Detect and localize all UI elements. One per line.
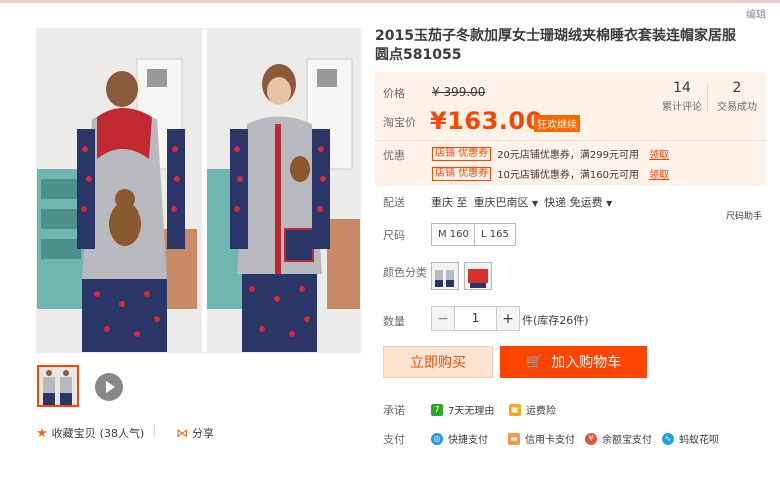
- play-video-button[interactable]: [95, 373, 123, 401]
- favorite-count: (38人气): [99, 427, 145, 440]
- quick-pay-icon: ◎: [431, 432, 443, 445]
- add-to-cart-button[interactable]: 🛒 加入购物车: [500, 346, 647, 378]
- payment-text: 余额宝支付: [602, 435, 652, 446]
- thumbnail-image[interactable]: [37, 365, 79, 407]
- promise-item[interactable]: ▣ 运费险: [509, 402, 556, 417]
- coupon-label: 优惠: [383, 149, 405, 162]
- promise-text: 7天无理由: [448, 406, 495, 417]
- promise-text: 运费险: [526, 406, 556, 417]
- coupon-text: 10元店铺优惠券，满160元可用: [497, 170, 639, 181]
- delivery-row: 重庆 至 重庆巴南区 ▼ 快递 免运费 ▼: [431, 194, 612, 210]
- stat-divider: [707, 82, 708, 112]
- divider: [154, 424, 155, 438]
- product-title: 2015玉茄子冬款加厚女士珊瑚绒夹棉睡衣套装连帽家居服圆点581055: [375, 28, 736, 63]
- coupon-tag: 店铺 优惠券: [432, 146, 492, 161]
- size-helper-link[interactable]: 尺码助手: [726, 209, 762, 222]
- chevron-down-icon: ▼: [532, 199, 539, 208]
- cart-icon: 🛒: [525, 354, 544, 370]
- stat-reviews[interactable]: 14 累计评论: [657, 80, 707, 113]
- increase-button[interactable]: +: [496, 306, 520, 331]
- huabei-icon: ∿: [662, 432, 674, 445]
- coupon-item: 店铺 优惠券 10元店铺优惠券，满160元可用 领取: [432, 166, 669, 181]
- payment-text: 蚂蚁花呗: [679, 435, 719, 446]
- review-count: 14: [673, 80, 691, 96]
- price-label: 价格: [383, 87, 405, 100]
- payment-text: 快捷支付: [448, 435, 488, 446]
- review-label: 累计评论: [662, 102, 702, 113]
- coupon-text: 20元店铺优惠券，满299元可用: [497, 150, 639, 161]
- promise-item[interactable]: 7 7天无理由: [431, 402, 494, 417]
- quantity-label: 数量: [383, 315, 405, 328]
- color-option-gray[interactable]: [431, 262, 459, 290]
- claim-coupon-link[interactable]: 领取: [649, 166, 669, 181]
- payment-label: 支付: [383, 433, 405, 446]
- edit-link[interactable]: 编辑: [746, 6, 766, 21]
- promo-tag: 狂欢继续: [534, 115, 580, 132]
- color-label: 颜色分类: [383, 266, 427, 279]
- favorite-label: 收藏宝贝: [51, 427, 96, 440]
- delivery-destination[interactable]: 重庆巴南区 ▼: [474, 194, 539, 210]
- original-price: ¥ 399.00: [432, 85, 486, 99]
- shipping-insurance-icon: ▣: [509, 403, 521, 416]
- main-product-image[interactable]: [36, 28, 361, 353]
- payment-item[interactable]: ∿ 蚂蚁花呗: [662, 431, 719, 446]
- payment-item[interactable]: ▬ 信用卡支付: [508, 431, 575, 446]
- deal-count: 2: [732, 80, 742, 96]
- color-option-red[interactable]: [464, 262, 492, 290]
- price-panel: 价格 ¥ 399.00 淘宝价 ¥163.00 狂欢继续 14 累计评论 2 交…: [375, 72, 766, 140]
- quantity-input[interactable]: 1: [455, 306, 496, 331]
- star-icon: ★: [36, 425, 48, 441]
- quantity-stepper: − 1 +: [431, 306, 520, 331]
- payment-item[interactable]: ◎ 快捷支付: [431, 431, 488, 446]
- coupon-panel: 优惠 店铺 优惠券 20元店铺优惠券，满299元可用 领取 店铺 优惠券 10元…: [375, 140, 766, 186]
- promo-price-label: 淘宝价: [383, 116, 416, 129]
- top-border: [0, 0, 780, 3]
- product-photo: [37, 29, 360, 352]
- favorite-button[interactable]: ★ 收藏宝贝 (38人气): [36, 425, 144, 441]
- size-option[interactable]: M 160: [431, 223, 476, 246]
- yuebao-icon: ¥: [585, 432, 597, 445]
- delivery-from: 重庆 至: [431, 196, 468, 209]
- share-label: 分享: [192, 427, 214, 440]
- add-to-cart-label: 加入购物车: [551, 355, 622, 371]
- seven-day-icon: 7: [431, 403, 443, 416]
- promise-label: 承诺: [383, 404, 405, 417]
- size-option[interactable]: L 165: [474, 223, 516, 246]
- payment-text: 信用卡支付: [525, 435, 575, 446]
- delivery-label: 配送: [383, 196, 405, 209]
- coupon-item: 店铺 优惠券 20元店铺优惠券，满299元可用 领取: [432, 146, 669, 161]
- promo-price: ¥163.00: [430, 107, 543, 135]
- coupon-tag: 店铺 优惠券: [432, 166, 492, 181]
- share-button[interactable]: ⋈ 分享: [176, 425, 214, 441]
- color-swatch-image: [465, 263, 491, 289]
- size-label: 尺码: [383, 229, 405, 242]
- decrease-button[interactable]: −: [431, 306, 455, 331]
- credit-card-icon: ▬: [508, 432, 520, 445]
- color-swatch-image: [432, 263, 458, 289]
- claim-coupon-link[interactable]: 领取: [649, 146, 669, 161]
- chevron-down-icon: ▼: [606, 199, 613, 208]
- stock-text: 件(库存26件): [522, 314, 589, 327]
- play-icon: [106, 381, 115, 393]
- stat-deals[interactable]: 2 交易成功: [713, 80, 761, 113]
- share-icon: ⋈: [176, 426, 188, 440]
- delivery-method[interactable]: 快递 免运费 ▼: [544, 194, 612, 210]
- buy-now-button[interactable]: 立即购买: [383, 346, 493, 378]
- payment-item[interactable]: ¥ 余额宝支付: [585, 431, 652, 446]
- thumbnail-photo: [39, 367, 77, 405]
- deal-label: 交易成功: [717, 102, 757, 113]
